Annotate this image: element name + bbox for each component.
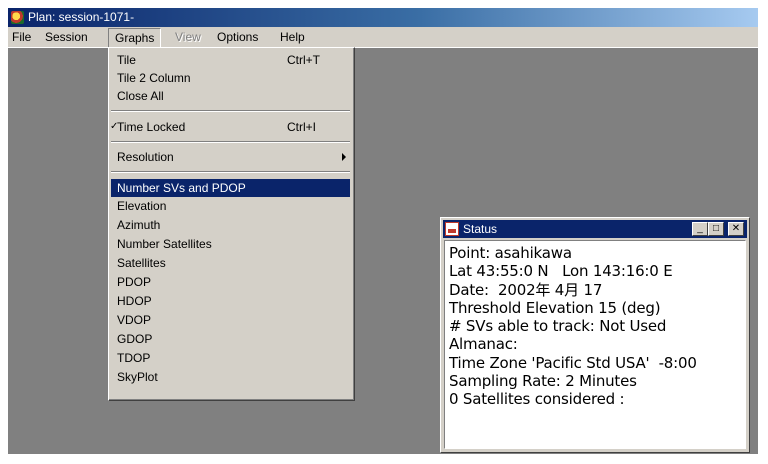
status-time-zone: Time Zone 'Pacific Std USA' -8:00: [449, 353, 697, 372]
menu-graphs[interactable]: Graphs: [108, 28, 162, 48]
menu-item-skyplot[interactable]: SkyPlot: [111, 368, 350, 386]
application-window: Plan: session-1071- File Session Graphs …: [8, 8, 758, 454]
menu-item-azimuth[interactable]: Azimuth: [111, 216, 350, 234]
app-title-bar[interactable]: Plan: session-1071-: [8, 8, 758, 27]
menu-item-number-svs-and-pdop[interactable]: Number SVs and PDOP: [111, 179, 350, 197]
menu-item-number-satellites[interactable]: Number Satellites: [111, 235, 350, 253]
status-title: Status: [463, 222, 498, 236]
status-point: Point: asahikawa: [449, 244, 572, 262]
status-threshold-elevation: Threshold Elevation 15 (deg): [449, 298, 661, 317]
menu-item-elevation[interactable]: Elevation: [111, 197, 350, 215]
status-svs-able-to-track: # SVs able to track: Not Used: [449, 317, 667, 336]
menu-separator: [111, 141, 350, 143]
menu-help[interactable]: Help: [280, 27, 305, 47]
shortcut-label: Ctrl+T: [287, 53, 320, 67]
maximize-button[interactable]: □: [708, 222, 724, 236]
status-sampling-rate: Sampling Rate: 2 Minutes: [449, 372, 637, 391]
menu-item-resolution[interactable]: Resolution: [111, 148, 350, 166]
menu-item-tdop[interactable]: TDOP: [111, 349, 350, 367]
minimize-button[interactable]: _: [692, 222, 708, 236]
menu-view[interactable]: View: [175, 27, 201, 47]
menu-separator: [111, 171, 350, 173]
menu-bar: File Session Graphs View Options Help: [8, 27, 758, 48]
status-date: Date: 2002年 4月 17: [449, 280, 603, 299]
menu-item-tile-2-column[interactable]: Tile 2 Column: [111, 69, 350, 87]
menu-file[interactable]: File: [12, 27, 31, 47]
menu-separator: [111, 110, 350, 112]
close-button[interactable]: ✕: [728, 222, 744, 236]
menu-item-vdop[interactable]: VDOP: [111, 311, 350, 329]
graphs-dropdown-menu: Tile Ctrl+T Tile 2 Column Close All ✓ Ti…: [108, 47, 355, 401]
status-window: Status _ □ ✕ Point: asahikawa Lat 43:55:…: [440, 217, 750, 453]
app-icon[interactable]: [11, 11, 24, 24]
menu-item-satellites[interactable]: Satellites: [111, 254, 350, 272]
menu-item-close-all[interactable]: Close All: [111, 87, 350, 105]
status-text-area: Point: asahikawa Lat 43:55:0 N Lon 143:1…: [444, 240, 746, 449]
status-title-bar[interactable]: Status _ □ ✕: [443, 220, 747, 238]
menu-item-time-locked[interactable]: ✓ Time Locked Ctrl+I: [110, 118, 350, 136]
menu-item-tile[interactable]: Tile Ctrl+T: [111, 51, 350, 69]
menu-item-gdop[interactable]: GDOP: [111, 330, 350, 348]
menu-item-hdop[interactable]: HDOP: [111, 292, 350, 310]
menu-session[interactable]: Session: [45, 27, 88, 47]
menu-options[interactable]: Options: [217, 27, 258, 47]
status-lat-lon: Lat 43:55:0 N Lon 143:16:0 E: [449, 262, 673, 281]
status-almanac: Almanac:: [449, 335, 518, 354]
menu-item-pdop[interactable]: PDOP: [111, 273, 350, 291]
submenu-arrow-icon: [342, 153, 346, 161]
app-title: Plan: session-1071-: [28, 10, 135, 24]
status-satellites-considered: 0 Satellites considered :: [449, 390, 625, 409]
status-window-icon[interactable]: [445, 222, 459, 236]
shortcut-label: Ctrl+I: [287, 120, 317, 134]
